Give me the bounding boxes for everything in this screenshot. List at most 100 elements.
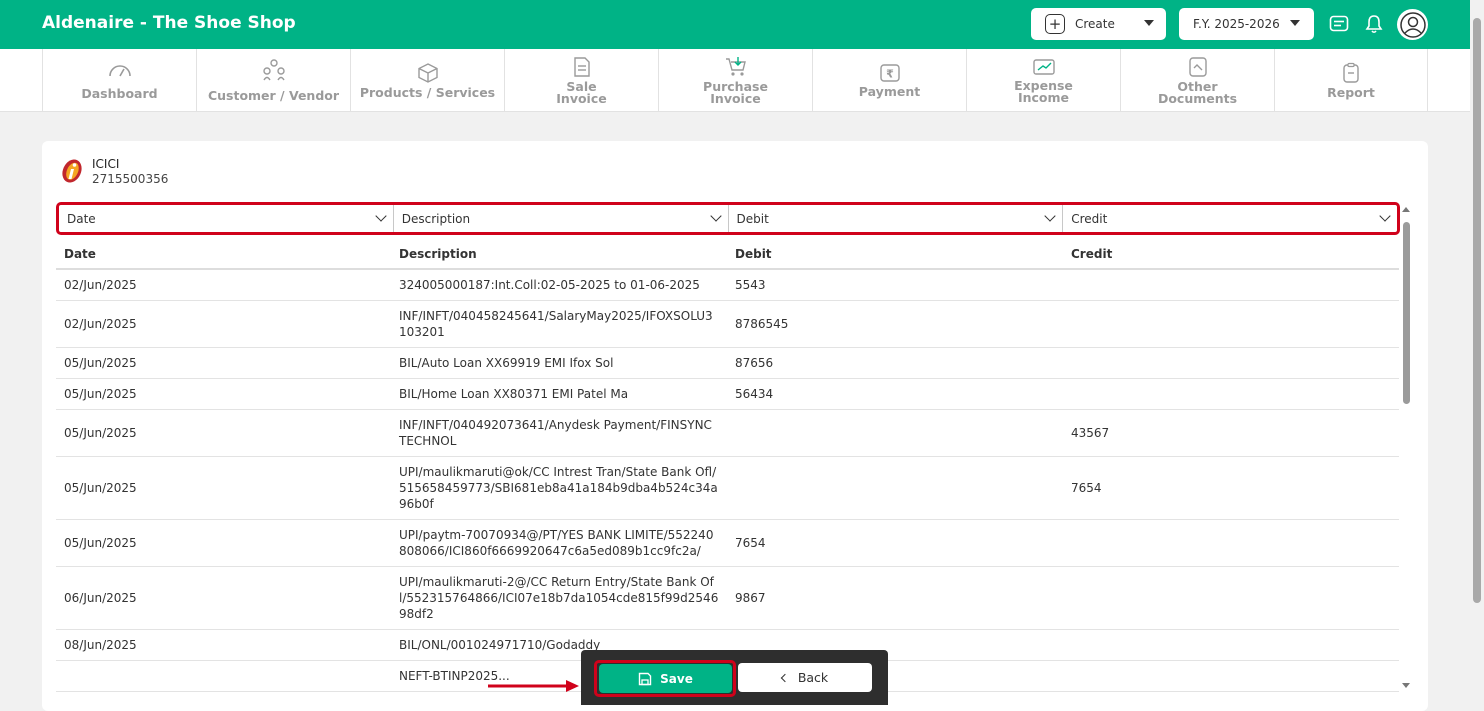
cell-credit: 43567 <box>1063 409 1399 457</box>
financial-year-label: F.Y. 2025-2026 <box>1193 17 1280 31</box>
nav-dashboard[interactable]: Dashboard <box>42 49 196 111</box>
nav-label: Dashboard <box>81 85 158 101</box>
cell-credit <box>1063 566 1399 630</box>
nav-label-line2: Invoice <box>556 90 607 106</box>
nav-products-services[interactable]: Products / Services <box>350 49 504 111</box>
nav-label-line2: Documents <box>1157 90 1238 106</box>
chevron-left-icon <box>780 673 790 682</box>
message-icon[interactable] <box>1327 12 1351 36</box>
cell-date: 05/Jun/2025 <box>56 456 391 520</box>
save-label: Save <box>660 671 693 686</box>
caret-down-icon <box>1290 20 1300 26</box>
table-row: 05/Jun/2025 UPI/paytm-70070934@/PT/YES B… <box>56 519 1399 567</box>
table-row: 02/Jun/2025 324005000187:Int.Coll:02-05-… <box>56 269 1399 301</box>
nav-sale-invoice[interactable]: Sale Invoice <box>504 49 658 111</box>
table-scrollbar-thumb[interactable] <box>1403 222 1410 404</box>
nav-label: Products / Services <box>359 84 496 100</box>
cell-date: 02/Jun/2025 <box>56 300 391 348</box>
statement-table-container[interactable]: Date Description Debit Credit 02/Jun/202… <box>56 239 1400 711</box>
save-button[interactable]: Save <box>599 664 732 693</box>
expense-icon <box>1032 58 1055 75</box>
nav-label-line2: Income <box>1017 89 1070 105</box>
nav-label: Customer / Vendor <box>207 87 340 103</box>
nav-customer-vendor[interactable]: Customer / Vendor <box>196 49 350 111</box>
rupee-icon: ₹ <box>879 63 900 82</box>
table-scroll-up-arrow[interactable] <box>1402 207 1410 212</box>
column-header-debit: Debit <box>727 239 1063 270</box>
nav-expense-income[interactable]: Expense Income <box>966 49 1120 111</box>
speedometer-icon <box>108 64 131 76</box>
cell-date <box>56 660 391 692</box>
cell-credit <box>1063 378 1399 410</box>
back-label: Back <box>797 670 829 685</box>
financial-year-select[interactable]: F.Y. 2025-2026 <box>1179 8 1314 40</box>
table-row: 05/Jun/2025 INF/INFT/040492073641/Anydes… <box>56 409 1399 457</box>
top-bar: Aldenaire - The Shoe Shop + Create F.Y. … <box>0 0 1470 49</box>
bank-account-number: 2715500356 <box>92 172 169 186</box>
invoice-icon <box>573 56 590 77</box>
back-button[interactable]: Back <box>738 663 872 692</box>
cell-description: INF/INFT/040458245641/SalaryMay2025/IFOX… <box>391 300 727 348</box>
map-select-description[interactable]: Description <box>394 205 729 232</box>
floppy-disk-icon <box>638 672 652 685</box>
user-avatar-icon[interactable] <box>1397 9 1428 40</box>
column-header-description: Description <box>391 239 727 270</box>
table-scroll-down-arrow[interactable] <box>1402 683 1410 688</box>
table-row: 05/Jun/2025 UPI/maulikmaruti@ok/CC Intre… <box>56 456 1399 520</box>
bank-statement-card: ICICI 2715500356 Date Description Debit … <box>42 141 1428 711</box>
map-select-value: Description <box>401 211 471 226</box>
chevron-down-icon <box>375 210 387 222</box>
map-select-credit[interactable]: Credit <box>1063 205 1397 232</box>
cell-credit <box>1063 300 1399 348</box>
box-icon <box>417 62 438 83</box>
cell-credit <box>1063 347 1399 379</box>
column-mapping-row: Date Description Debit Credit <box>56 202 1400 235</box>
column-header-date: Date <box>56 239 391 270</box>
page-scrollbar-thumb[interactable] <box>1473 18 1481 603</box>
map-select-value: Date <box>67 211 96 226</box>
chevron-down-icon <box>709 210 722 222</box>
nav-label-line2: Invoice <box>710 90 761 106</box>
nav-other-documents[interactable]: Other Documents <box>1120 49 1274 111</box>
cell-debit <box>727 409 1063 457</box>
bank-name: ICICI <box>92 157 120 171</box>
table-row: 05/Jun/2025 BIL/Home Loan XX80371 EMI Pa… <box>56 378 1399 410</box>
create-button[interactable]: + Create <box>1031 8 1166 40</box>
cell-credit: 7654 <box>1063 456 1399 520</box>
cell-debit: 9867 <box>727 566 1063 630</box>
table-header-row: Date Description Debit Credit <box>56 239 1399 270</box>
cell-debit: 87656 <box>727 347 1063 379</box>
cell-debit: 5543 <box>727 269 1063 301</box>
nav-report[interactable]: Report <box>1274 49 1428 111</box>
document-icon <box>1188 56 1207 77</box>
red-arrow-annotation-icon <box>488 680 579 692</box>
cell-debit: 56434 <box>727 378 1063 410</box>
map-select-value: Credit <box>1071 211 1108 226</box>
create-label: Create <box>1075 17 1115 31</box>
chevron-down-icon <box>1044 210 1056 222</box>
svg-text:₹: ₹ <box>886 67 894 80</box>
map-select-value: Debit <box>736 211 769 226</box>
cell-date: 05/Jun/2025 <box>56 378 391 410</box>
plus-icon: + <box>1045 14 1065 34</box>
map-select-debit[interactable]: Debit <box>729 205 1064 232</box>
cell-date: 05/Jun/2025 <box>56 347 391 379</box>
cell-debit: 8786545 <box>727 300 1063 348</box>
table-row: 05/Jun/2025 BIL/Auto Loan XX69919 EMI If… <box>56 347 1399 379</box>
clipboard-icon <box>1343 62 1359 83</box>
cell-credit <box>1063 629 1399 661</box>
chevron-down-icon <box>1379 210 1391 222</box>
cell-credit <box>1063 660 1399 692</box>
main-nav: Dashboard Customer / Vendor Products / S… <box>0 49 1470 112</box>
icici-logo-icon <box>62 159 82 183</box>
cell-date: 02/Jun/2025 <box>56 269 391 301</box>
cell-debit <box>727 456 1063 520</box>
bell-icon[interactable] <box>1362 12 1386 36</box>
nav-label: Payment <box>858 83 921 99</box>
cell-description: 324005000187:Int.Coll:02-05-2025 to 01-0… <box>391 269 727 301</box>
map-select-date[interactable]: Date <box>59 205 394 232</box>
cell-description: UPI/paytm-70070934@/PT/YES BANK LIMITE/5… <box>391 519 727 567</box>
nav-payment[interactable]: ₹ Payment <box>812 49 966 111</box>
app-title: Aldenaire - The Shoe Shop <box>42 13 296 33</box>
nav-purchase-invoice[interactable]: Purchase Invoice <box>658 49 812 111</box>
